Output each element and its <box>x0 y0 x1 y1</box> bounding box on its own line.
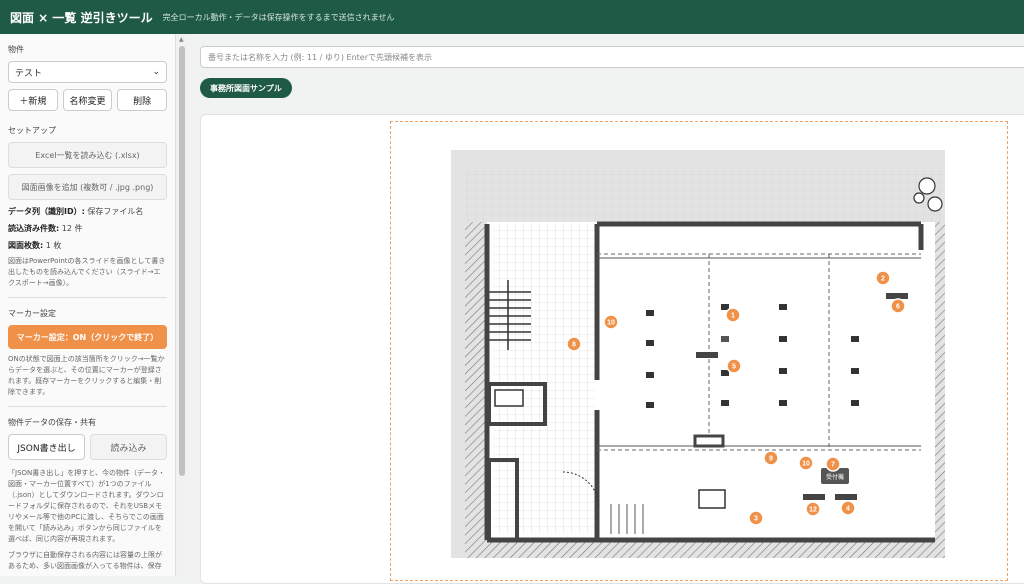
marker[interactable]: 9 <box>763 450 779 466</box>
marker-number: 2 <box>881 276 885 283</box>
marker[interactable]: 3 <box>748 510 764 526</box>
reception-label: 受付機 <box>826 473 844 481</box>
delete-button[interactable]: 削除 <box>117 89 168 111</box>
drawing-canvas[interactable]: 受付機 1 2 3 4 5 6 7 8 9 10 10 12 <box>200 114 1024 584</box>
scroll-up-icon[interactable]: ▲ <box>179 36 184 43</box>
marker-number: 6 <box>896 304 900 311</box>
marker-number: 12 <box>809 507 817 514</box>
marker[interactable]: 12 <box>805 501 821 517</box>
drawing-count-info: 図面枚数: 1 枚 <box>8 241 62 250</box>
search-input[interactable]: 番号または名称を入力 (例: 11 / ゆり) Enterで先頭候補を表示 <box>200 46 1024 68</box>
marker-number: 3 <box>754 516 758 523</box>
property-label: 物件 <box>8 45 24 54</box>
marker-note: ONの状態で図面上の該当箇所をクリック→一覧からデータを選ぶと、その位置にマーカ… <box>8 355 165 396</box>
marker-number: 7 <box>831 462 835 469</box>
marker[interactable]: 1 <box>725 307 741 323</box>
marker-number: 10 <box>802 461 810 468</box>
share-note: 「JSON書き出し」を押すと、今の物件（データ・図面・マーカー位置すべて）が1つ… <box>8 469 165 543</box>
new-property-button[interactable]: ＋新規 <box>8 89 58 111</box>
chevron-down-icon: ⌄ <box>152 67 160 77</box>
marker-number: 5 <box>732 364 736 371</box>
setup-label: セットアップ <box>8 126 56 135</box>
app-subtitle: 完全ローカル動作・データは保存操作をするまで送信されません <box>162 12 395 22</box>
main-area: 番号または名称を入力 (例: 11 / ゆり) Enterで先頭候補を表示 事務… <box>192 34 1024 584</box>
marker[interactable]: 4 <box>840 500 856 516</box>
marker-toggle-button[interactable]: マーカー設定：ON（クリックで終了） <box>8 325 167 349</box>
marker-number: 9 <box>769 456 773 463</box>
storage-note: ブラウザに自動保存される内容には容量の上限があるため、多い図面画像が入ってる物件… <box>8 551 162 570</box>
marker[interactable]: 10 <box>603 314 619 330</box>
share-label: 物件データの保存・共有 <box>8 418 96 427</box>
app-title: 図面 × 一覧 逆引きツール <box>10 10 153 25</box>
marker[interactable]: 6 <box>890 298 906 314</box>
marker[interactable]: 8 <box>566 336 582 352</box>
drawing-note: 図面はPowerPointの各スライドを画像として書き出したものを読み込んでくだ… <box>8 257 166 287</box>
scrollbar-thumb[interactable] <box>179 46 185 476</box>
marker-number: 10 <box>607 320 615 327</box>
marker-number: 1 <box>731 313 735 320</box>
marker-settings-label: マーカー設定 <box>8 309 56 318</box>
load-excel-button[interactable]: Excel一覧を読み込む (.xlsx) <box>8 142 167 168</box>
tab-drawing[interactable]: 事務所図面サンプル <box>200 78 292 98</box>
json-export-button[interactable]: JSON書き出し <box>8 434 85 460</box>
sidebar-scrollbar[interactable]: ▲ <box>177 34 187 576</box>
data-column-info: データ列（識別ID）: 保存ファイル名 <box>8 207 144 216</box>
floor-plan[interactable]: 受付機 123456789101012 <box>451 150 947 560</box>
property-select[interactable]: テスト ⌄ <box>8 61 167 83</box>
rename-button[interactable]: 名称変更 <box>62 89 113 111</box>
marker[interactable]: 5 <box>726 358 742 374</box>
marker[interactable]: 2 <box>875 270 891 286</box>
sidebar: 物件 テスト ⌄ ＋新規 名称変更 削除 セットアップ Excel一覧を読み込む… <box>0 34 176 576</box>
property-select-value: テスト <box>15 68 43 79</box>
loaded-count-info: 読込済み件数: 12 件 <box>8 224 83 233</box>
add-image-button[interactable]: 図面画像を追加 (複数可 / .jpg .png) <box>8 174 167 200</box>
marker[interactable]: 7 <box>825 456 841 472</box>
import-button[interactable]: 読み込み <box>90 434 167 460</box>
marker-number: 8 <box>572 342 576 349</box>
marker-number: 4 <box>846 506 850 513</box>
search-placeholder: 番号または名称を入力 (例: 11 / ゆり) Enterで先頭候補を表示 <box>208 52 432 62</box>
app-header: 図面 × 一覧 逆引きツール 完全ローカル動作・データは保存操作をするまで送信さ… <box>0 0 1024 34</box>
marker[interactable]: 10 <box>798 455 814 471</box>
